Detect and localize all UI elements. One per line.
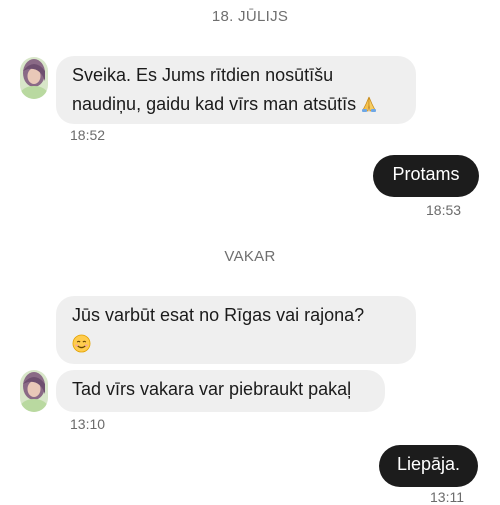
message-text-line <box>72 330 400 362</box>
message-text: naudiņu, gaidu kad vīrs man atsūtīs <box>72 94 357 114</box>
folded-hands-icon <box>360 93 378 122</box>
message-timestamp: 18:53 <box>426 202 462 218</box>
message-bubble-outgoing[interactable]: Protams <box>373 155 479 197</box>
smiling-face-icon <box>72 333 91 362</box>
avatar-photo <box>20 57 48 99</box>
contact-avatar[interactable] <box>20 57 48 99</box>
message-bubble-outgoing[interactable]: Liepāja. <box>379 445 478 487</box>
message-bubble-incoming[interactable]: Jūs varbūt esat no Rīgas vai rajona? <box>56 296 416 364</box>
contact-avatar[interactable] <box>20 370 48 412</box>
message-timestamp: 13:11 <box>430 489 464 505</box>
message-text: Jūs varbūt esat no Rīgas vai rajona? <box>72 305 365 325</box>
message-timestamp: 13:10 <box>70 416 106 432</box>
message-text: Sveika. Es Jums rītdien nosūtīšu <box>72 65 334 85</box>
message-bubble-incoming[interactable]: Sveika. Es Jums rītdien nosūtīšu naudiņu… <box>56 56 416 124</box>
message-bubble-incoming[interactable]: Tad vīrs vakara var piebraukt pakaļ <box>56 370 385 412</box>
date-separator: VAKAR <box>224 248 276 265</box>
message-text: Liepāja. <box>396 454 461 474</box>
message-timestamp: 18:52 <box>70 127 106 143</box>
avatar-photo <box>20 370 48 412</box>
message-text: Tad vīrs vakara var piebraukt pakaļ <box>72 379 352 399</box>
message-text: Protams <box>392 164 460 184</box>
message-text-line: naudiņu, gaidu kad vīrs man atsūtīs <box>72 90 400 122</box>
date-separator: 18. JŪLIJS <box>211 8 289 25</box>
